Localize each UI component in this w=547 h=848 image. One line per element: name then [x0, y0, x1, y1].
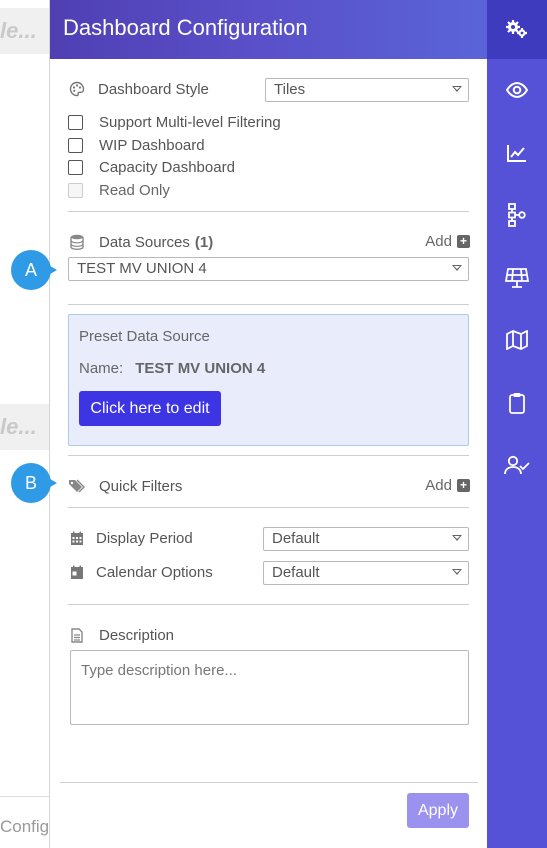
dashboard-style-label: Dashboard Style — [98, 80, 209, 98]
edit-data-source-button[interactable]: Click here to edit — [79, 391, 221, 426]
checkbox-label: Support Multi-level Filtering — [99, 114, 281, 131]
data-sources-label: Data Sources — [99, 233, 190, 251]
checkbox[interactable] — [68, 138, 83, 153]
calendar-options-label: Calendar Options — [96, 563, 213, 581]
add-quick-filter-button[interactable]: Add + — [425, 477, 470, 494]
checkbox-label: Read Only — [99, 182, 170, 199]
description-textarea[interactable]: Type description here... — [70, 650, 469, 725]
display-period-row: Display Period — [68, 529, 193, 547]
calendar-grid-icon — [68, 529, 86, 547]
database-icon — [68, 233, 86, 251]
dashboard-style-select[interactable]: Tiles — [265, 78, 469, 102]
add-label: Add — [425, 233, 452, 250]
divider — [68, 507, 469, 508]
quick-filters-label: Quick Filters — [99, 477, 183, 495]
divider — [68, 604, 469, 605]
dashboard-configuration-panel: Dashboard Configuration Dashboard Style … — [49, 0, 488, 848]
chevron-down-icon — [452, 265, 462, 271]
quick-filters-row: Quick Filters — [68, 477, 182, 495]
background-app: le... le... Config — [0, 0, 50, 848]
chevron-down-icon — [452, 535, 462, 541]
data-sources-count: (1) — [194, 233, 214, 251]
apply-button[interactable]: Apply — [407, 793, 469, 828]
checkbox-support-multilevel-filtering[interactable]: Support Multi-level Filtering — [68, 114, 281, 131]
callout-b: B — [11, 463, 57, 503]
dashboard-style-row: Dashboard Style — [68, 80, 209, 98]
add-data-source-button[interactable]: Add + — [425, 233, 470, 250]
chart-line-icon[interactable] — [487, 138, 547, 168]
background-config-label: Config — [0, 796, 50, 848]
calendar-options-row: Calendar Options — [68, 563, 213, 581]
calendar-options-select[interactable]: Default — [263, 561, 469, 585]
checkbox-capacity-dashboard[interactable]: Capacity Dashboard — [68, 159, 235, 176]
tags-icon — [68, 477, 86, 495]
map-icon[interactable] — [487, 325, 547, 355]
preset-name: Name: TEST MV UNION 4 — [79, 360, 265, 377]
data-source-select[interactable]: TEST MV UNION 4 — [68, 257, 469, 281]
callout-a: A — [11, 250, 57, 290]
divider — [68, 455, 469, 456]
preset-data-source-box: Preset Data Source Name: TEST MV UNION 4… — [68, 314, 469, 446]
preset-title: Preset Data Source — [79, 328, 210, 345]
plus-icon: + — [457, 479, 470, 492]
footer-divider — [60, 782, 478, 783]
user-check-icon[interactable] — [487, 450, 547, 480]
description-row: Description — [68, 626, 174, 644]
display-period-label: Display Period — [96, 529, 193, 547]
display-period-value: Default — [272, 530, 320, 547]
chevron-down-icon — [452, 86, 462, 92]
checkbox-wip-dashboard[interactable]: WIP Dashboard — [68, 137, 205, 154]
solar-panel-icon[interactable] — [487, 263, 547, 293]
side-navigation — [487, 0, 547, 848]
background-tile-title: le... — [0, 404, 50, 450]
display-period-select[interactable]: Default — [263, 527, 469, 551]
checkbox-label: WIP Dashboard — [99, 137, 205, 154]
checkbox[interactable] — [68, 115, 83, 130]
calendar-options-value: Default — [272, 564, 320, 581]
hierarchy-icon[interactable] — [487, 200, 547, 230]
panel-title: Dashboard Configuration — [50, 0, 488, 59]
divider — [68, 304, 469, 305]
settings-gears-icon[interactable] — [487, 14, 547, 44]
data-sources-row: Data Sources (1) — [68, 233, 213, 251]
clipboard-icon[interactable] — [487, 388, 547, 418]
checkbox — [68, 183, 83, 198]
checkbox-label: Capacity Dashboard — [99, 159, 235, 176]
data-source-value: TEST MV UNION 4 — [77, 260, 207, 277]
eye-icon[interactable] — [487, 75, 547, 105]
preset-name-label: Name: — [79, 360, 124, 377]
description-label: Description — [99, 626, 175, 644]
description-placeholder: Type description here... — [81, 662, 237, 679]
add-label: Add — [425, 477, 452, 494]
callout-letter: A — [11, 250, 51, 290]
palette-icon — [68, 80, 86, 98]
dashboard-style-value: Tiles — [274, 81, 306, 98]
plus-icon: + — [457, 235, 470, 248]
checkbox[interactable] — [68, 160, 83, 175]
divider — [68, 211, 469, 212]
background-tile-title: le... — [0, 8, 50, 54]
document-icon — [68, 626, 86, 644]
chevron-down-icon — [452, 569, 462, 575]
checkbox-read-only: Read Only — [68, 182, 170, 199]
callout-letter: B — [11, 463, 51, 503]
calendar-icon — [68, 563, 86, 581]
preset-name-value: TEST MV UNION 4 — [135, 360, 266, 377]
